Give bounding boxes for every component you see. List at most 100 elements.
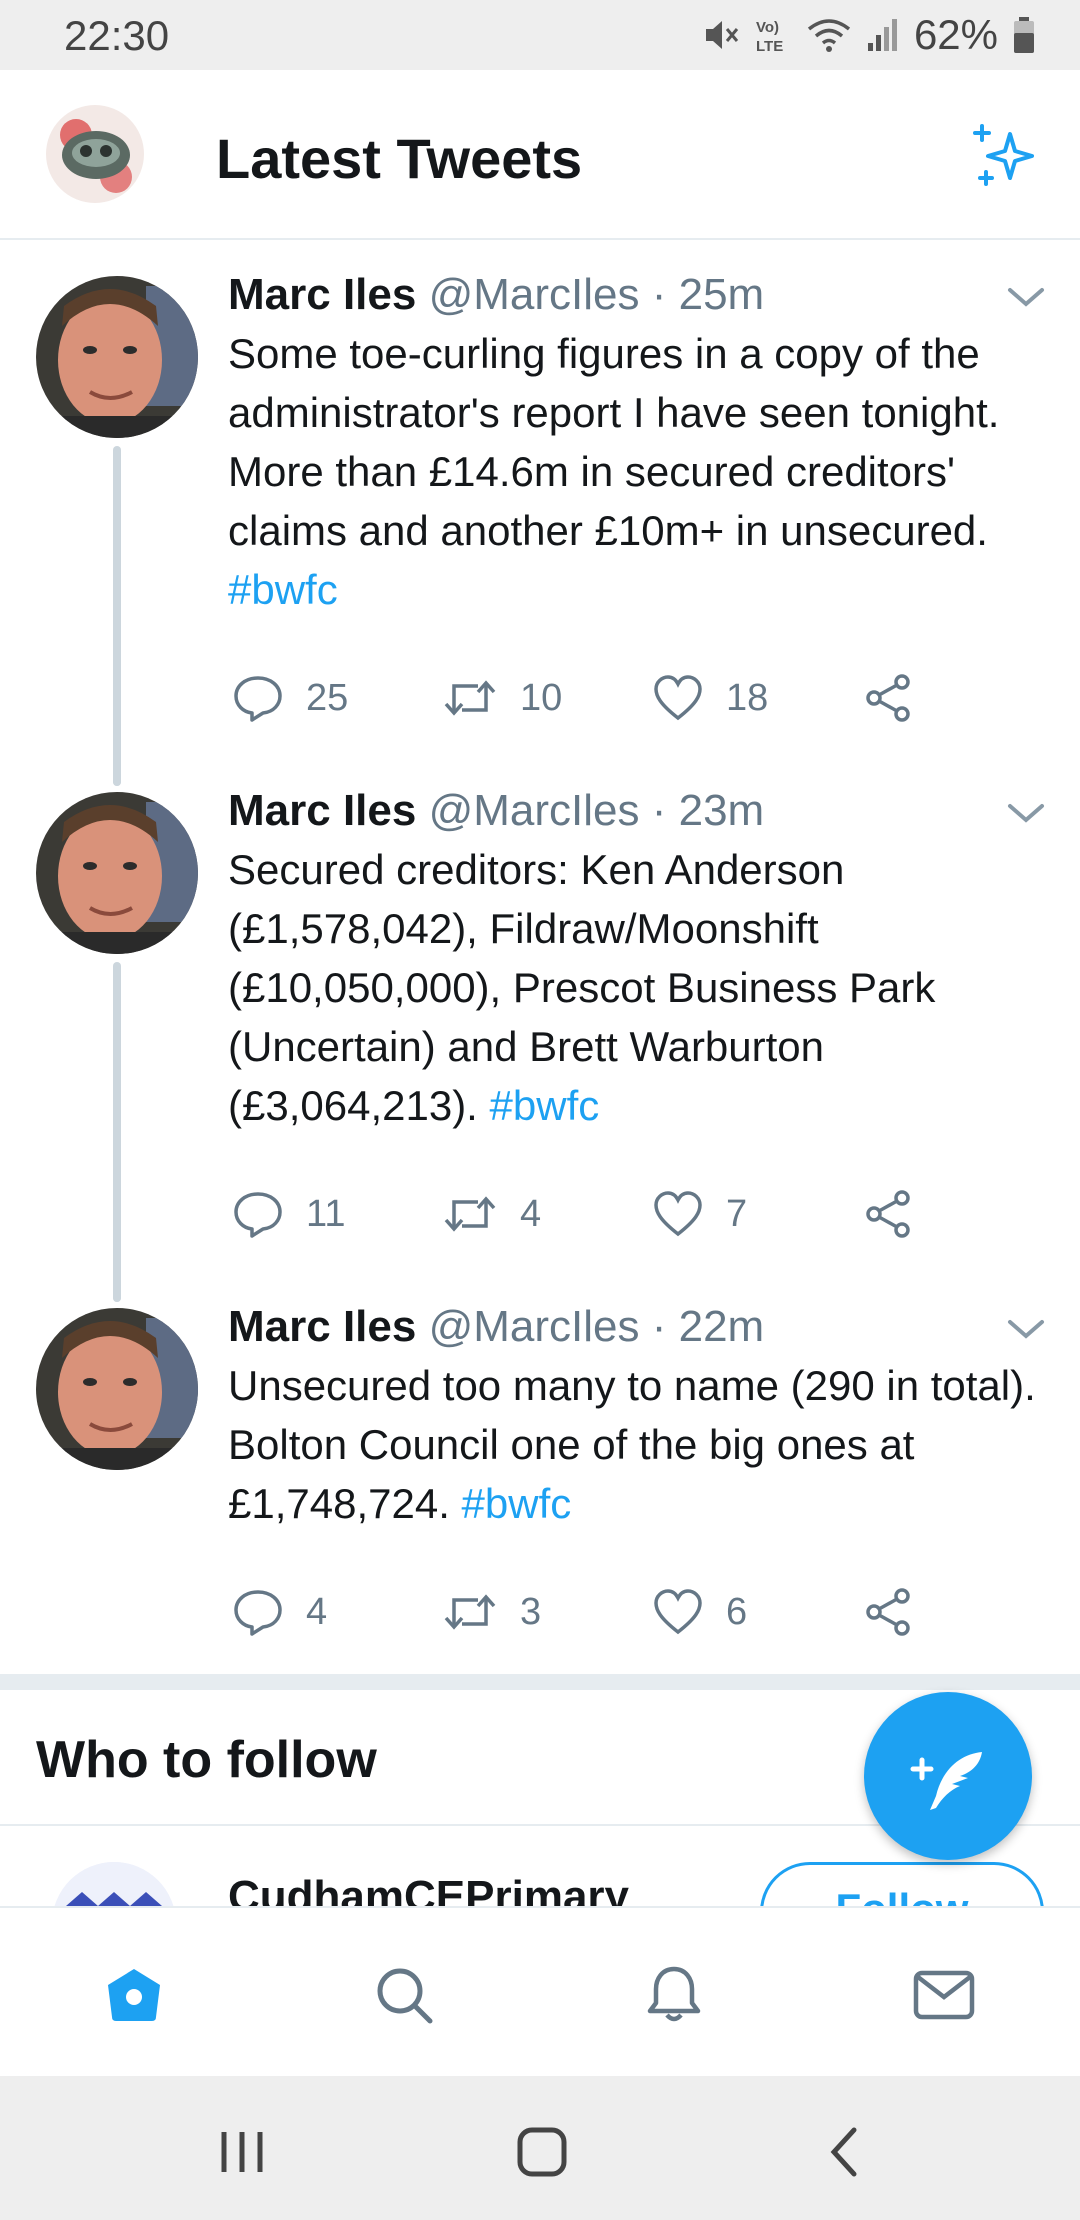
compose-tweet-button[interactable] [864, 1692, 1032, 1860]
retweet-button[interactable]: 10 [442, 668, 562, 728]
page-title: Latest Tweets [216, 127, 583, 190]
share-icon [866, 1190, 910, 1238]
signal-icon [867, 19, 897, 51]
retweet-count: 3 [520, 1590, 542, 1633]
like-count: 18 [726, 676, 769, 719]
like-count: 7 [726, 1192, 748, 1235]
like-button[interactable]: 18 [652, 668, 768, 728]
sparkle-icon[interactable] [968, 120, 1044, 196]
retweet-icon [444, 1196, 496, 1232]
retweet-count: 10 [520, 676, 563, 719]
like-button[interactable]: 7 [652, 1184, 747, 1244]
share-icon [866, 1588, 910, 1636]
share-icon [866, 674, 910, 722]
reply-icon [234, 676, 282, 722]
heart-icon [654, 1191, 702, 1237]
battery-icon [1014, 17, 1034, 53]
home-button-icon[interactable] [514, 2124, 570, 2180]
tweet-body: Unsecured too many to name (290 in total… [228, 1362, 1036, 1527]
reply-button[interactable]: 11 [232, 1184, 345, 1244]
section-divider [0, 1674, 1080, 1690]
status-time: 22:30 [64, 12, 170, 59]
thread-line [113, 962, 121, 1302]
tweet-author-name[interactable]: Marc Iles [228, 270, 416, 319]
messages-icon[interactable] [912, 1963, 976, 2027]
retweet-button[interactable]: 3 [442, 1582, 541, 1642]
reply-count: 11 [306, 1192, 346, 1235]
compose-feather-icon [910, 1752, 982, 1810]
status-icons: Vo) LTE 62% [700, 11, 1036, 58]
share-button[interactable] [862, 1184, 914, 1244]
search-icon[interactable] [372, 1963, 436, 2027]
reply-button[interactable]: 4 [232, 1582, 327, 1642]
who-to-follow-title: Who to follow [36, 1731, 377, 1789]
retweet-icon [444, 1594, 496, 1630]
reply-button[interactable]: 25 [232, 668, 348, 728]
wifi-icon [807, 19, 851, 52]
tweet[interactable]: Marc Iles @MarcIles · 25m Some toe-curli… [0, 240, 1080, 786]
chevron-down-icon[interactable] [1006, 802, 1046, 826]
reply-count: 25 [306, 676, 349, 719]
volte-icon: Vo) LTE [756, 19, 783, 55]
status-bar: 22:30 Vo) LTE 62% [0, 0, 1080, 70]
hashtag-link[interactable]: #bwfc [490, 1082, 600, 1129]
tweet-text: Unsecured too many to name (290 in total… [228, 1356, 1048, 1533]
svg-text:Vo): Vo) [756, 19, 779, 36]
hashtag-link[interactable]: #bwfc [462, 1480, 572, 1527]
notifications-icon[interactable] [642, 1963, 706, 2027]
suggestion-name[interactable]: CudhamCEPrimary [228, 1872, 629, 1906]
tweet-time: · 23m [651, 786, 765, 835]
tweet-text: Some toe-curling figures in a copy of th… [228, 324, 1048, 619]
profile-avatar[interactable] [46, 105, 144, 203]
reply-icon [234, 1590, 282, 1636]
chevron-down-icon[interactable] [1006, 286, 1046, 310]
tweet-header: Marc Iles @MarcIles · 25m [228, 270, 764, 320]
tweet-time: · 25m [651, 270, 765, 319]
recent-apps-icon[interactable] [214, 2124, 270, 2180]
avatar[interactable] [36, 792, 198, 954]
retweet-icon [444, 680, 496, 716]
follow-button[interactable]: Follow [760, 1862, 1044, 1906]
like-count: 6 [726, 1590, 748, 1633]
bottom-nav [0, 1906, 1080, 2076]
home-icon[interactable] [102, 1963, 166, 2027]
tweet-header: Marc Iles @MarcIles · 22m [228, 1302, 764, 1352]
chevron-down-icon[interactable] [1006, 1318, 1046, 1342]
avatar[interactable] [36, 276, 198, 438]
tweet-actions: 11 4 7 [228, 1184, 988, 1244]
mute-icon [705, 21, 739, 49]
battery-percent: 62% [913, 11, 998, 58]
tweet-handle[interactable]: @MarcIles [429, 270, 640, 319]
back-icon[interactable] [818, 2124, 874, 2180]
thread-line [113, 756, 121, 786]
tweet-header: Marc Iles @MarcIles · 23m [228, 786, 764, 836]
retweet-button[interactable]: 4 [442, 1184, 541, 1244]
share-button[interactable] [862, 1582, 914, 1642]
retweet-count: 4 [520, 1192, 542, 1235]
tweet-actions: 25 10 18 [228, 668, 988, 728]
reply-count: 4 [306, 1590, 328, 1633]
avatar[interactable] [36, 1308, 198, 1470]
tweet[interactable]: Marc Iles @MarcIles · 22m Unsecured too … [0, 1272, 1080, 1672]
tweet-text: Secured creditors: Ken Anderson (£1,578,… [228, 840, 1048, 1135]
heart-icon [654, 675, 702, 721]
timeline: Marc Iles @MarcIles · 25m Some toe-curli… [0, 240, 1080, 1674]
hashtag-link[interactable]: #bwfc [228, 566, 338, 613]
thread-line [113, 446, 121, 786]
app-header: Latest Tweets [0, 70, 1080, 240]
reply-icon [234, 1192, 282, 1238]
tweet-author-name[interactable]: Marc Iles [228, 786, 416, 835]
tweet-actions: 4 3 6 [228, 1582, 988, 1642]
tweet-time: · 22m [651, 1302, 765, 1351]
svg-text:LTE: LTE [756, 38, 783, 55]
tweet-body: Some toe-curling figures in a copy of th… [228, 330, 1000, 554]
suggestion-avatar[interactable] [52, 1862, 176, 1906]
like-button[interactable]: 6 [652, 1582, 747, 1642]
tweet-author-name[interactable]: Marc Iles [228, 1302, 416, 1351]
system-nav-bar [0, 2076, 1080, 2220]
tweet-handle[interactable]: @MarcIles [429, 1302, 640, 1351]
tweet[interactable]: Marc Iles @MarcIles · 23m Secured credit… [0, 756, 1080, 1302]
share-button[interactable] [862, 668, 914, 728]
heart-icon [654, 1589, 702, 1635]
tweet-handle[interactable]: @MarcIles [429, 786, 640, 835]
